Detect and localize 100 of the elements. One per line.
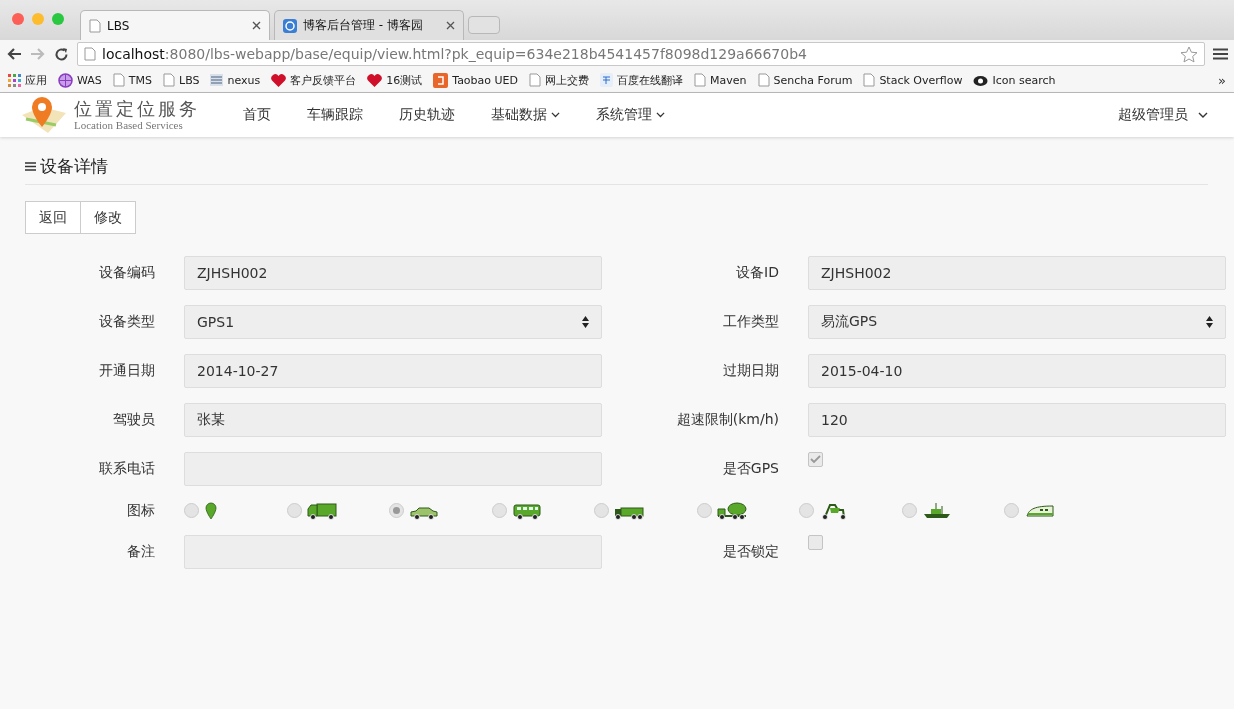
- page-icon: [112, 73, 125, 87]
- field-value: 120: [821, 412, 848, 428]
- user-menu[interactable]: 超级管理员: [1112, 105, 1214, 125]
- new-tab-button[interactable]: [468, 16, 500, 34]
- bookmark[interactable]: 应用: [8, 72, 47, 88]
- nav-link[interactable]: 车辆跟踪: [307, 106, 363, 124]
- maximize-icon[interactable]: [52, 13, 64, 25]
- radio-button[interactable]: [491, 503, 507, 518]
- minimize-icon[interactable]: [32, 13, 44, 25]
- page-icon: [863, 73, 876, 87]
- bookmark[interactable]: WAS: [58, 72, 102, 88]
- star-icon[interactable]: [1180, 45, 1198, 63]
- chevron-icon: [1198, 112, 1208, 118]
- list-icon: [25, 162, 36, 171]
- field-value: 2015-04-10: [821, 363, 903, 379]
- input-field[interactable]: 2015-04-10: [808, 354, 1226, 388]
- radio-button[interactable]: [696, 503, 712, 518]
- nav-link[interactable]: 基础数据: [491, 106, 560, 124]
- nav-link[interactable]: 首页: [243, 106, 271, 124]
- browser-tab[interactable]: 博客后台管理 - 博客园: [274, 10, 464, 40]
- heart-icon: [367, 73, 383, 87]
- page-icon: [529, 73, 542, 87]
- bookmark[interactable]: nexus: [210, 73, 261, 87]
- select-field[interactable]: GPS1: [184, 305, 602, 339]
- page-icon: [694, 73, 707, 87]
- input-field[interactable]: 2014-10-27: [184, 354, 602, 388]
- bookmark[interactable]: Maven: [694, 73, 747, 87]
- page-icon: [163, 73, 175, 87]
- badge-icon: [433, 72, 449, 88]
- more-bookmarks-button[interactable]: »: [1218, 72, 1226, 88]
- field-label: 工作类型: [722, 313, 779, 331]
- field-label: 联系电话: [98, 460, 155, 478]
- back-icon[interactable]: [6, 47, 22, 61]
- radio-button[interactable]: [901, 503, 917, 518]
- radio-button[interactable]: [594, 503, 609, 518]
- bookmark[interactable]: Icon search: [973, 73, 1056, 87]
- close-icon[interactable]: [446, 21, 455, 30]
- field-value: 张某: [197, 411, 225, 429]
- page-icon: [757, 73, 770, 87]
- pin-icon: [204, 501, 218, 520]
- bookmark[interactable]: 百度在线翻译: [600, 72, 684, 88]
- ship-icon: [921, 501, 952, 520]
- bookmark[interactable]: 网上交费: [529, 72, 590, 88]
- radio-button[interactable]: [1004, 503, 1019, 518]
- updown-icon: [582, 316, 589, 328]
- bus-icon: [511, 501, 542, 520]
- updown-icon: [1206, 316, 1213, 328]
- field-label: 开通日期: [98, 362, 155, 380]
- action-button[interactable]: 修改: [81, 201, 136, 234]
- field-value: ZJHSH002: [821, 265, 892, 281]
- forward-icon[interactable]: [30, 47, 46, 61]
- chevron-icon: [656, 112, 665, 118]
- truck-icon: [306, 501, 337, 520]
- close-icon[interactable]: [252, 21, 261, 30]
- field-label: 驾驶员: [112, 411, 155, 429]
- input-field[interactable]: ZJHSH002: [184, 256, 602, 290]
- page-icon: [89, 18, 101, 33]
- reload-icon[interactable]: [54, 46, 69, 62]
- input-field[interactable]: 张某: [184, 403, 602, 437]
- action-button[interactable]: 返回: [25, 201, 81, 234]
- radio-button[interactable]: [389, 503, 404, 518]
- field-value: ZJHSH002: [197, 265, 268, 281]
- bookmark[interactable]: LBS: [163, 73, 200, 87]
- translate-icon: [600, 73, 614, 87]
- logo-title: 位置定位服务: [74, 99, 200, 118]
- input-field[interactable]: 120: [808, 403, 1226, 437]
- blog-icon: [283, 18, 297, 33]
- bookmark[interactable]: Sencha Forum: [757, 73, 853, 87]
- bookmark[interactable]: 客户反馈平台: [271, 72, 357, 88]
- checkbox[interactable]: [808, 535, 823, 550]
- close-window-icon[interactable]: [12, 13, 24, 25]
- field-label: 备注: [126, 543, 155, 561]
- radio-button[interactable]: [184, 503, 199, 518]
- field-label: 设备编码: [98, 264, 155, 282]
- menu-icon[interactable]: [1213, 48, 1228, 60]
- heart-icon: [271, 73, 287, 87]
- input-field[interactable]: ZJHSH002: [808, 256, 1226, 290]
- bookmark[interactable]: Taobao UED: [433, 72, 519, 88]
- page-icon: [84, 47, 96, 61]
- browser-tab[interactable]: LBS: [80, 10, 270, 40]
- radio-button[interactable]: [799, 503, 814, 518]
- nav-link[interactable]: 系统管理: [596, 106, 665, 124]
- bookmark[interactable]: Stack Overflow: [863, 73, 963, 87]
- radio-button[interactable]: [286, 503, 302, 518]
- address-field[interactable]: localhost:8080/lbs-webapp/base/equip/view.html?pk_equip=634e218b4541457f8098d129a66670b4: [77, 42, 1205, 66]
- field-label: 过期日期: [722, 362, 779, 380]
- bars-icon: [210, 74, 224, 86]
- checkbox[interactable]: [808, 452, 823, 467]
- input-field[interactable]: [184, 452, 602, 486]
- field-label: 是否锁定: [722, 543, 779, 561]
- input-field[interactable]: [184, 535, 602, 569]
- select-field[interactable]: 易流GPS: [808, 305, 1226, 339]
- motorcycle-icon: [819, 501, 849, 520]
- globe-icon: [58, 72, 73, 88]
- page-title: 设备详情: [40, 155, 108, 178]
- bookmark[interactable]: TMS: [112, 73, 152, 87]
- bookmark[interactable]: 16测试: [367, 72, 423, 88]
- logo-subtitle: Location Based Services: [74, 119, 184, 131]
- nav-link[interactable]: 历史轨迹: [399, 106, 455, 124]
- field-label: 图标: [126, 501, 155, 520]
